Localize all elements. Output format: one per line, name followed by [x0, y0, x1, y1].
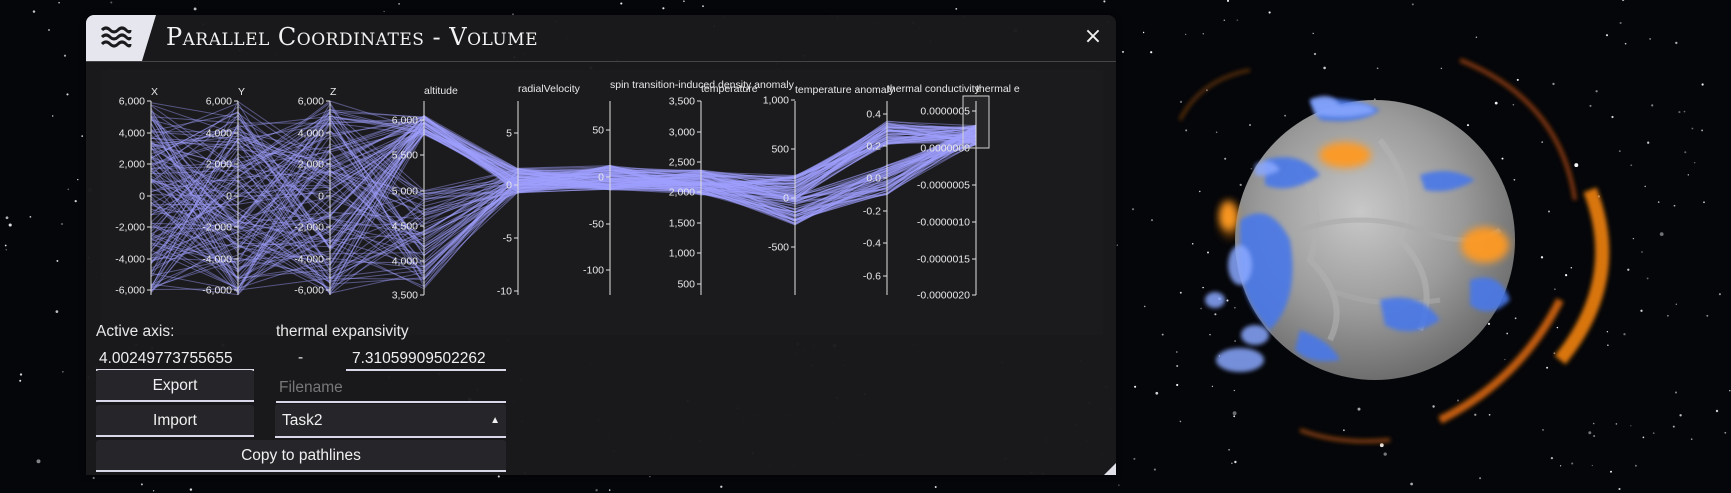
- window-titlebar[interactable]: Parallel Coordinates - Volume ×: [86, 15, 1116, 62]
- tick-label: 2,000: [119, 159, 145, 171]
- tick-label: 0.2: [866, 141, 881, 153]
- tick-label: 50: [592, 125, 604, 137]
- tick-label: 3,500: [669, 96, 695, 108]
- tick-label: -100: [583, 265, 604, 277]
- tick-label: 0: [226, 191, 232, 203]
- active-axis-name: thermal expansivity: [276, 323, 409, 340]
- tick-label: -2,000: [294, 222, 324, 234]
- tick-label: 6,000: [298, 96, 324, 108]
- copy-to-pathlines-button[interactable]: Copy to pathlines: [96, 440, 506, 472]
- tick-label: 1,000: [763, 95, 789, 107]
- window-menu-button[interactable]: [86, 15, 156, 61]
- tick-label: -5: [503, 233, 512, 245]
- tick-label: 6,000: [206, 96, 232, 108]
- tick-label: 3,500: [392, 290, 418, 302]
- tick-label: -4,000: [115, 254, 145, 266]
- filename-input[interactable]: Filename: [276, 373, 506, 403]
- tick-label: 2,000: [669, 187, 695, 199]
- tick-label: -10: [497, 286, 512, 298]
- window-title: Parallel Coordinates - Volume: [166, 23, 539, 51]
- axis-label[interactable]: temperature: [701, 83, 758, 95]
- tick-label: 0: [318, 191, 324, 203]
- tick-label: -2,000: [202, 222, 232, 234]
- tick-label: 0.0: [866, 173, 881, 185]
- planet-sphere: [1205, 96, 1515, 380]
- tick-label: 1,500: [669, 218, 695, 230]
- tick-label: 500: [771, 144, 789, 156]
- close-icon[interactable]: ×: [1080, 24, 1106, 50]
- axis-label[interactable]: thermal conductivity: [887, 83, 981, 95]
- dropdown-arrow-icon: ▲: [490, 415, 500, 426]
- tick-label: -2,000: [115, 222, 145, 234]
- tick-label: -50: [589, 219, 604, 231]
- waves-menu-icon: [100, 26, 132, 48]
- brush-selection[interactable]: [962, 95, 990, 149]
- tick-label: 3,000: [669, 127, 695, 139]
- tick-label: -0.0000015: [917, 254, 970, 266]
- tick-label: 1,000: [669, 248, 695, 260]
- export-button[interactable]: Export: [96, 370, 254, 402]
- tick-label: -0.2: [863, 206, 881, 218]
- range-max-input[interactable]: 7.31059909502262: [346, 347, 506, 371]
- axis-label[interactable]: radialVelocity: [518, 83, 581, 95]
- selection-value: Task2: [282, 412, 323, 429]
- tick-label: 4,000: [298, 128, 324, 140]
- tick-label: 2,500: [669, 157, 695, 169]
- tick-label: 500: [677, 279, 695, 291]
- range-separator: -: [298, 349, 304, 366]
- axis-label[interactable]: thermal e: [976, 83, 1020, 95]
- tick-label: -4,000: [202, 254, 232, 266]
- polyline-bundle: [150, 100, 977, 296]
- tick-label: 0: [783, 193, 789, 205]
- tick-label: -6,000: [294, 285, 324, 297]
- axis-label[interactable]: temperature anomaly: [795, 84, 895, 96]
- tick-label: 4,000: [119, 128, 145, 140]
- tick-label: 5,000: [392, 186, 418, 198]
- tick-label: 4,000: [392, 256, 418, 268]
- tick-label: -4,000: [294, 254, 324, 266]
- tick-label: -0.6: [863, 271, 881, 283]
- tick-label: 0: [506, 180, 512, 192]
- pcp-svg[interactable]: X 6,000 4,000 2,000 0 -2,000 -4,000 -6,000 Y 6,00…: [101, 70, 1103, 335]
- tick-label: 2,000: [298, 159, 324, 171]
- tick-label: 4,500: [392, 221, 418, 233]
- tick-label: 0: [598, 172, 604, 184]
- tick-label: -6,000: [202, 285, 232, 297]
- parallel-coordinates-window: Parallel Coordinates - Volume × X 6,000 4,…: [86, 15, 1116, 475]
- tick-label: 6,000: [119, 96, 145, 108]
- import-button[interactable]: Import: [96, 405, 254, 437]
- tick-label: -0.0000010: [917, 217, 970, 229]
- axis-label[interactable]: X: [151, 86, 158, 98]
- axis-label[interactable]: Z: [330, 86, 337, 98]
- active-axis-label: Active axis:: [96, 323, 175, 340]
- range-min-input[interactable]: 4.00249773755655: [96, 347, 254, 371]
- axis-label[interactable]: Y: [238, 86, 245, 98]
- tick-label: -0.4: [863, 238, 881, 250]
- resize-handle[interactable]: [1104, 463, 1116, 475]
- tick-label: 6,000: [392, 115, 418, 127]
- tick-label: 5,500: [392, 150, 418, 162]
- tick-label: 0: [139, 191, 145, 203]
- tick-label: -0.0000005: [917, 180, 970, 192]
- tick-label: -500: [768, 242, 789, 254]
- tick-label: -0.0000020: [917, 290, 970, 302]
- tick-label: 0.4: [866, 109, 881, 121]
- axis-label[interactable]: altitude: [424, 85, 458, 97]
- tick-label: 4,000: [206, 128, 232, 140]
- parallel-coordinates-plot[interactable]: X 6,000 4,000 2,000 0 -2,000 -4,000 -6,000 Y 6,00…: [101, 70, 1103, 335]
- tick-label: 5: [506, 128, 512, 140]
- tick-label: 2,000: [206, 159, 232, 171]
- selection-dropdown[interactable]: Task2 ▲: [275, 404, 506, 438]
- tick-label: -6,000: [115, 285, 145, 297]
